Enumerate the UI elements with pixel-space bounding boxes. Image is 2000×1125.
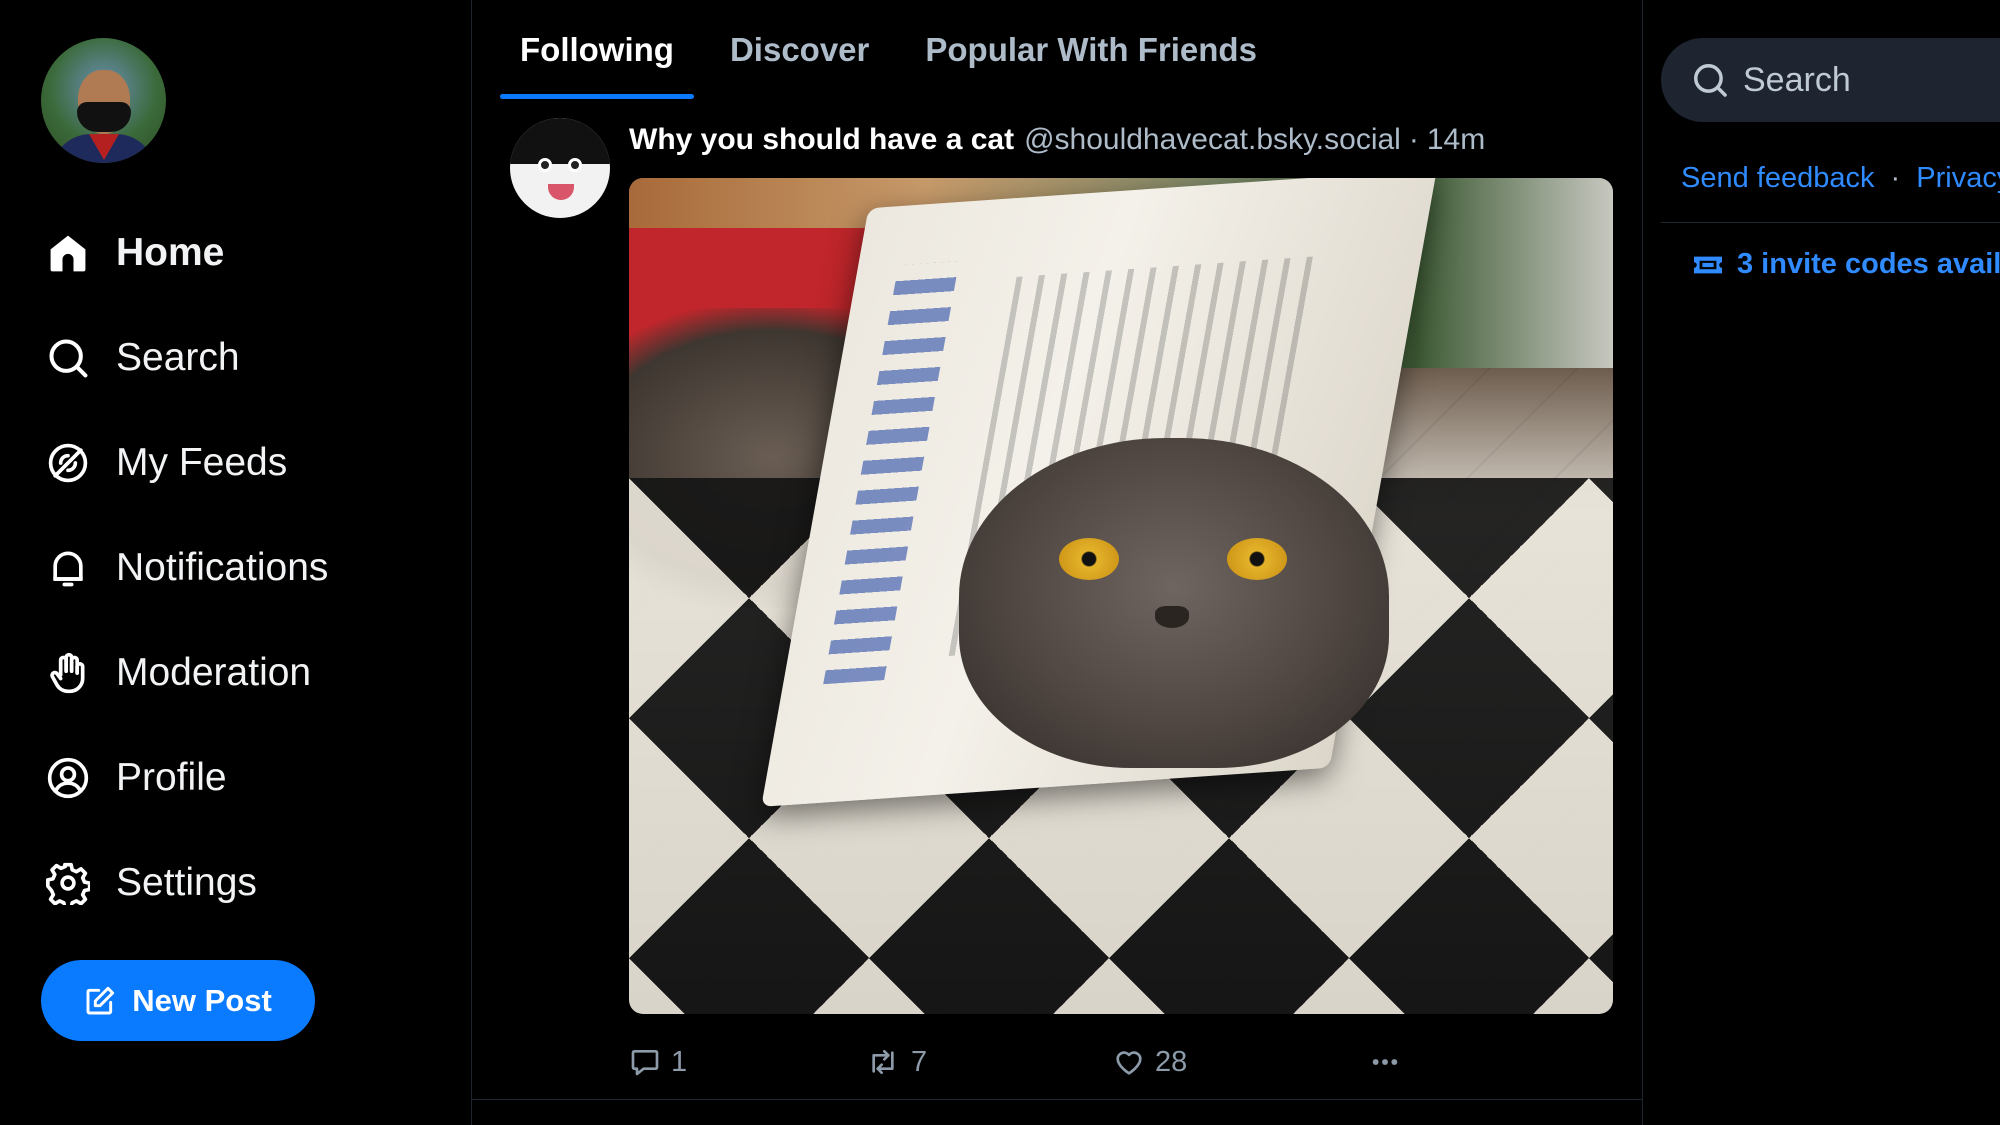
like-button[interactable]: 28 (1113, 1038, 1187, 1086)
nav-item-label: My Feeds (116, 440, 288, 484)
nav-item-label: Profile (116, 755, 227, 799)
nav-item-moderation[interactable]: Moderation (44, 620, 328, 725)
reply-icon (629, 1046, 661, 1078)
invite-codes-label: 3 invite codes avail (1737, 248, 2000, 280)
nav-item-label: Moderation (116, 650, 312, 694)
tab-popular-with-friends[interactable]: Popular With Friends (905, 0, 1277, 100)
send-feedback-link[interactable]: Send feedback (1681, 162, 1874, 194)
user-avatar[interactable] (41, 38, 166, 163)
nav-item-profile[interactable]: Profile (44, 725, 328, 830)
post-header-separator: · (1408, 123, 1419, 156)
heart-icon (1113, 1046, 1145, 1078)
tab-discover[interactable]: Discover (710, 0, 889, 100)
tab-following[interactable]: Following (500, 0, 694, 100)
repost-count: 7 (911, 1045, 928, 1078)
feed-column: Following Discover Popular With Friends … (471, 0, 1643, 1125)
nav-item-notifications[interactable]: Notifications (44, 515, 328, 620)
repost-button[interactable]: 7 (865, 1038, 927, 1086)
nav-item-label: Search (116, 335, 240, 379)
left-sidebar: Home Search My Feeds Notifications Moder… (0, 0, 472, 1125)
image-cat-eye (1059, 538, 1119, 580)
invite-codes-link[interactable]: 3 invite codes avail (1691, 248, 2000, 281)
search-icon (1691, 61, 1729, 99)
like-count: 28 (1155, 1045, 1188, 1078)
nav-item-search[interactable]: Search (44, 305, 328, 410)
divider (1661, 222, 2000, 223)
nav-item-label: Settings (116, 860, 257, 904)
feed-post[interactable]: Why you should have a cat @shouldhavecat… (472, 100, 1642, 1100)
more-horizontal-icon (1367, 1046, 1403, 1078)
reply-count: 1 (671, 1045, 688, 1078)
search-placeholder: Search (1743, 60, 1851, 99)
more-options-button[interactable] (1367, 1038, 1413, 1086)
feed-tabs: Following Discover Popular With Friends (500, 0, 1293, 100)
bluesky-app: Home Search My Feeds Notifications Moder… (0, 0, 2000, 1125)
search-input[interactable]: Search (1661, 38, 2000, 122)
avatar-cat-mouth (548, 184, 574, 200)
privacy-link[interactable]: Privacy (1916, 162, 2000, 194)
image-cat-face (959, 438, 1389, 768)
feeds-icon (44, 439, 92, 487)
user-circle-icon (44, 754, 92, 802)
footer-links: Send feedback · Privacy (1681, 162, 2000, 195)
nav-item-settings[interactable]: Settings (44, 830, 328, 935)
nav-item-my-feeds[interactable]: My Feeds (44, 410, 328, 515)
ticket-icon (1691, 251, 1725, 279)
gear-icon (44, 859, 92, 907)
link-separator: · (1890, 162, 1901, 194)
main-nav: Home Search My Feeds Notifications Moder… (44, 200, 328, 935)
new-post-button[interactable]: New Post (41, 960, 315, 1041)
bell-icon (44, 544, 92, 592)
home-icon (44, 229, 92, 277)
image-cat-nose (1155, 606, 1189, 628)
avatar-cat-eye (538, 158, 552, 172)
repost-icon (865, 1046, 901, 1078)
post-author-name[interactable]: Why you should have a cat (629, 123, 1014, 157)
hand-icon (44, 649, 92, 697)
compose-icon (84, 985, 116, 1017)
nav-item-home[interactable]: Home (44, 200, 328, 305)
avatar-mask (77, 102, 131, 132)
new-post-label: New Post (132, 982, 272, 1018)
reply-button[interactable]: 1 (629, 1038, 687, 1086)
search-icon (44, 334, 92, 382)
post-actions: 1 7 28 (629, 1038, 1613, 1086)
post-timestamp[interactable]: 14m (1427, 123, 1485, 157)
nav-item-label: Home (116, 230, 225, 274)
post-image[interactable] (629, 178, 1613, 1014)
post-author-avatar[interactable] (510, 118, 610, 218)
post-header: Why you should have a cat @shouldhavecat… (629, 118, 1485, 162)
right-sidebar: Search Send feedback · Privacy 3 invite … (1643, 0, 2000, 1125)
avatar-cat-cap (510, 118, 610, 164)
image-cat-eye (1227, 538, 1287, 580)
avatar-cat-eye (568, 158, 582, 172)
post-author-handle[interactable]: @shouldhavecat.bsky.social (1024, 123, 1401, 157)
nav-item-label: Notifications (116, 545, 329, 589)
